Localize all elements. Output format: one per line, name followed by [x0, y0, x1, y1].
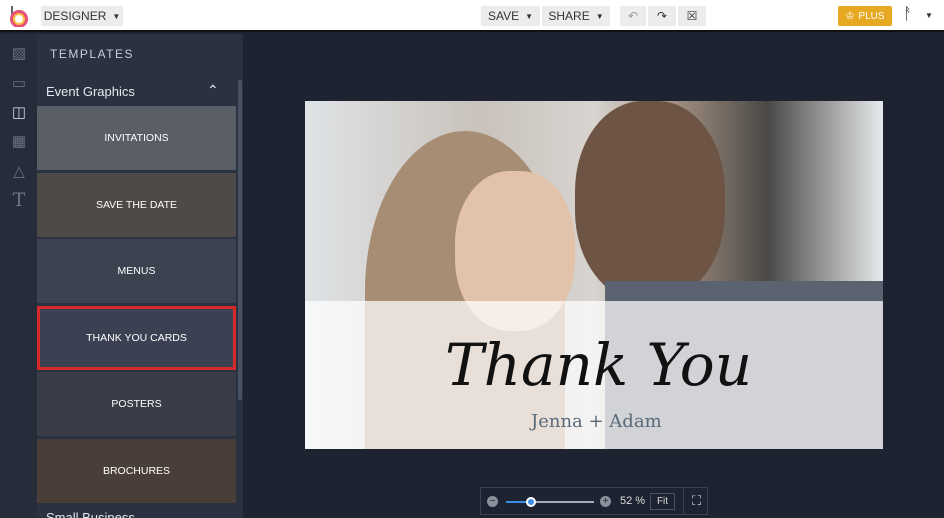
- folder-icon[interactable]: ▭: [10, 76, 28, 92]
- panel-title: TEMPLATES: [50, 47, 134, 61]
- redo-button[interactable]: ↷: [648, 6, 676, 26]
- layout-icon[interactable]: ◫: [10, 105, 28, 121]
- plus-label: PLUS: [858, 10, 885, 22]
- save-label: SAVE: [487, 9, 520, 23]
- panel-scrollbar[interactable]: [238, 80, 242, 400]
- template-tile-label: THANK YOU CARDS: [86, 331, 187, 344]
- undo-icon: ↶: [627, 9, 639, 23]
- avatar[interactable]: ᚨ: [903, 6, 913, 24]
- share-label: SHARE: [548, 9, 590, 23]
- plus-button[interactable]: ♔ PLUS: [838, 6, 892, 26]
- template-tile-label: MENUS: [117, 265, 156, 277]
- template-tile[interactable]: MENUS: [37, 239, 236, 303]
- template-tile[interactable]: POSTERS: [37, 372, 236, 436]
- crown-icon: ♔: [845, 10, 855, 22]
- mode-dropdown[interactable]: DESIGNER ▼: [41, 6, 123, 26]
- templates-panel: TEMPLATES Event Graphics ⌃ INVITATIONS SA…: [37, 34, 243, 518]
- zoom-out-icon[interactable]: −: [487, 496, 498, 507]
- card-title[interactable]: Thank You: [445, 331, 752, 399]
- caret-down-icon: ▼: [525, 11, 534, 21]
- caret-down-icon: ▼: [112, 11, 121, 21]
- tool-rail: ▨ ▭ ◫ ▦ △ T: [0, 34, 37, 518]
- save-button[interactable]: SAVE ▼: [481, 6, 540, 26]
- chevron-up-icon[interactable]: ⌃: [207, 82, 219, 99]
- app-logo[interactable]: [10, 5, 28, 27]
- section-event-graphics[interactable]: Event Graphics: [46, 84, 135, 99]
- caret-down-icon[interactable]: ▼: [925, 11, 933, 20]
- shape-icon[interactable]: △: [10, 164, 28, 180]
- undo-button[interactable]: ↶: [620, 6, 646, 26]
- redo-icon: ↷: [656, 9, 668, 23]
- template-tile[interactable]: BROCHURES: [37, 438, 236, 503]
- close-icon: ☒: [686, 9, 698, 23]
- zoom-in-icon[interactable]: +: [600, 496, 611, 507]
- zoom-slider[interactable]: [506, 497, 594, 507]
- template-tile[interactable]: SAVE THE DATE: [37, 172, 236, 237]
- template-tile[interactable]: THANK YOU CARDS: [37, 305, 236, 370]
- template-tile-label: BROCHURES: [102, 464, 171, 477]
- card-names[interactable]: Jenna + Adam: [531, 411, 662, 432]
- zoom-control: − + 52 % Fit ⛶: [480, 487, 708, 515]
- caret-down-icon: ▼: [595, 11, 604, 21]
- share-button[interactable]: SHARE ▼: [542, 6, 610, 26]
- template-tile-label: SAVE THE DATE: [95, 198, 178, 211]
- template-tile-label: POSTERS: [111, 398, 162, 410]
- image-icon[interactable]: ▨: [10, 46, 28, 62]
- zoom-slider-knob[interactable]: [525, 497, 536, 507]
- template-tile-label: INVITATIONS: [104, 132, 169, 144]
- fullscreen-icon[interactable]: ⛶: [683, 488, 709, 514]
- section-small-business[interactable]: Small Business: [46, 510, 135, 518]
- fit-button[interactable]: Fit: [650, 493, 675, 510]
- grid-icon[interactable]: ▦: [10, 134, 28, 150]
- close-button[interactable]: ☒: [678, 6, 706, 26]
- template-tile[interactable]: INVITATIONS: [37, 106, 236, 170]
- photo-man: [575, 101, 725, 301]
- zoom-percent: 52 %: [620, 495, 646, 507]
- design-canvas[interactable]: Thank You Jenna + Adam: [305, 101, 883, 449]
- top-bar: DESIGNER ▼ SAVE ▼ SHARE ▼ ↶ ↷ ☒ ♔ PLUS ᚨ ▼: [0, 0, 944, 32]
- mode-label: DESIGNER: [43, 9, 107, 23]
- text-icon[interactable]: T: [10, 191, 28, 210]
